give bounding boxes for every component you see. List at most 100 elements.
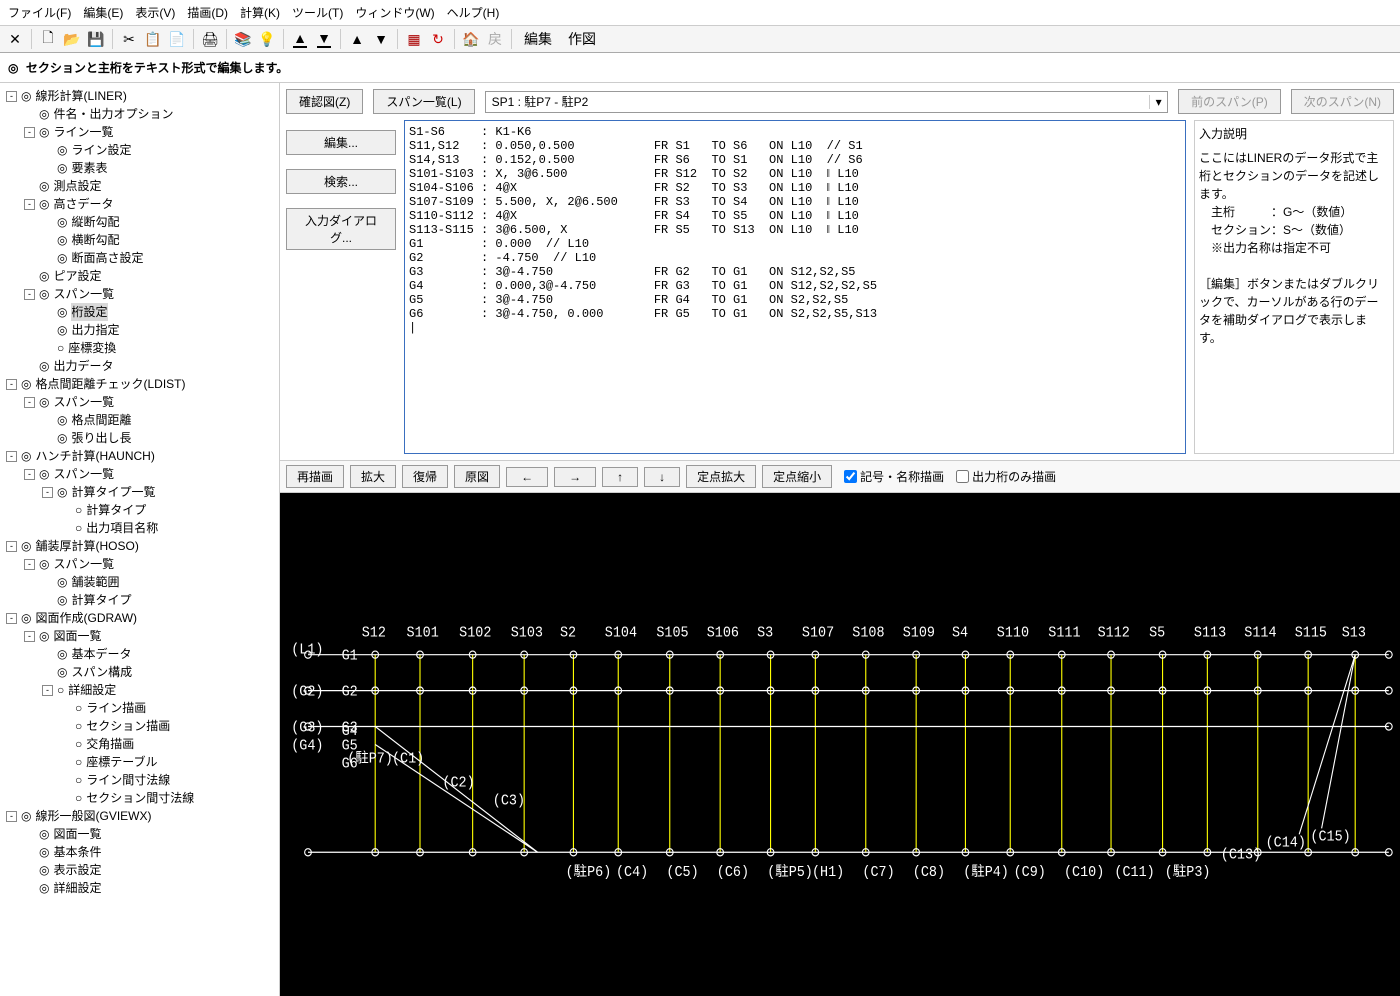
tree-item[interactable]: -◎スパン一覧 — [4, 393, 275, 411]
expand-icon[interactable]: - — [24, 199, 35, 210]
expand-icon[interactable]: - — [24, 397, 35, 408]
code-editor[interactable] — [404, 120, 1186, 454]
expand-icon[interactable]: - — [24, 127, 35, 138]
tree-item[interactable]: -◎格点間距離チェック(LDIST) — [4, 375, 275, 393]
search-button[interactable]: 検索... — [286, 169, 396, 194]
fixed-zoom-out-button[interactable]: 定点縮小 — [762, 465, 832, 488]
new-icon[interactable]: 🗋 — [37, 28, 59, 50]
tree-item[interactable]: ◎横断勾配 — [4, 231, 275, 249]
menu-tool[interactable]: ツール(T) — [292, 4, 343, 21]
tree-item[interactable]: -◎線形一般図(GVIEWX) — [4, 807, 275, 825]
expand-icon[interactable]: - — [24, 559, 35, 570]
tree-item[interactable]: ◎張り出し長 — [4, 429, 275, 447]
restore-button[interactable]: 復帰 — [402, 465, 448, 488]
expand-icon[interactable]: - — [6, 451, 17, 462]
tree-item[interactable]: ○交角描画 — [4, 735, 275, 753]
tree-item[interactable]: ◎スパン構成 — [4, 663, 275, 681]
pan-down-button[interactable]: ↓ — [644, 467, 680, 487]
tree-item[interactable]: ○座標テーブル — [4, 753, 275, 771]
down-icon[interactable]: ▼ — [370, 28, 392, 50]
home-icon[interactable]: 🏠 — [460, 28, 482, 50]
menu-file[interactable]: ファイル(F) — [8, 4, 71, 21]
edit-button[interactable]: 編集... — [286, 130, 396, 155]
tree-item[interactable]: ◎詳細設定 — [4, 879, 275, 897]
bulb-icon[interactable]: 💡 — [256, 28, 278, 50]
tree-item[interactable]: -◎図面一覧 — [4, 627, 275, 645]
output-girder-only-checkbox[interactable]: 出力桁のみ描画 — [956, 468, 1056, 485]
expand-icon[interactable]: - — [24, 631, 35, 642]
refresh-icon[interactable]: ↻ — [427, 28, 449, 50]
menu-help[interactable]: ヘルプ(H) — [447, 4, 500, 21]
menu-edit[interactable]: 編集(E) — [83, 4, 123, 21]
tree-item[interactable]: ◎ピア設定 — [4, 267, 275, 285]
prev-span-button[interactable]: 前のスパン(P) — [1178, 89, 1281, 114]
tree-pane[interactable]: -◎線形計算(LINER)◎件名・出力オプション-◎ライン一覧◎ライン設定◎要素… — [0, 83, 280, 996]
tree-item[interactable]: -○詳細設定 — [4, 681, 275, 699]
tree-item[interactable]: -◎計算タイプ一覧 — [4, 483, 275, 501]
symbol-name-checkbox[interactable]: 記号・名称描画 — [844, 468, 944, 485]
tree-item[interactable]: ◎出力データ — [4, 357, 275, 375]
tree-item[interactable]: ○セクション描画 — [4, 717, 275, 735]
tree-item[interactable]: ◎桁設定 — [4, 303, 275, 321]
tree-item[interactable]: ◎出力指定 — [4, 321, 275, 339]
tree-item[interactable]: -◎高さデータ — [4, 195, 275, 213]
drawing-canvas[interactable]: S12S101S102S103S2S104S105S106S3S107S108S… — [280, 493, 1400, 996]
span-list-button[interactable]: スパン一覧(L) — [373, 89, 474, 114]
menu-calc[interactable]: 計算(K) — [240, 4, 280, 21]
zoom-in-button[interactable]: 拡大 — [350, 465, 396, 488]
tree-item[interactable]: ◎格点間距離 — [4, 411, 275, 429]
cut-icon[interactable]: ✂ — [118, 28, 140, 50]
menu-draw[interactable]: 描画(D) — [187, 4, 228, 21]
expand-icon[interactable]: - — [6, 541, 17, 552]
tree-item[interactable]: ◎基本条件 — [4, 843, 275, 861]
expand-icon[interactable]: - — [6, 811, 17, 822]
tree-item[interactable]: ◎舗装範囲 — [4, 573, 275, 591]
tree-item[interactable]: -◎図面作成(GDRAW) — [4, 609, 275, 627]
draw-mode-button[interactable]: 作図 — [561, 28, 603, 50]
tree-item[interactable]: ◎件名・出力オプション — [4, 105, 275, 123]
expand-icon[interactable]: - — [24, 289, 35, 300]
expand-icon[interactable]: - — [42, 685, 53, 696]
tree-item[interactable]: ◎基本データ — [4, 645, 275, 663]
tree-item[interactable]: ○出力項目名称 — [4, 519, 275, 537]
tree-item[interactable]: ◎断面高さ設定 — [4, 249, 275, 267]
paste-icon[interactable]: 📄 — [166, 28, 188, 50]
checkbox[interactable] — [844, 470, 857, 483]
expand-icon[interactable]: - — [6, 613, 17, 624]
span-combo[interactable]: SP1 : 駐P7 - 駐P2 ▾ — [485, 91, 1169, 113]
tree-item[interactable]: ◎ライン設定 — [4, 141, 275, 159]
menu-view[interactable]: 表示(V) — [135, 4, 175, 21]
tree-item[interactable]: ○座標変換 — [4, 339, 275, 357]
print-icon[interactable]: 🖨 — [199, 28, 221, 50]
tree-item[interactable]: -◎スパン一覧 — [4, 555, 275, 573]
menu-window[interactable]: ウィンドウ(W) — [355, 4, 434, 21]
open-icon[interactable]: 📂 — [61, 28, 83, 50]
pan-left-button[interactable]: ← — [506, 467, 548, 487]
tree-item[interactable]: ○ライン間寸法線 — [4, 771, 275, 789]
pan-right-button[interactable]: → — [554, 467, 596, 487]
pan-up-button[interactable]: ↑ — [602, 467, 638, 487]
tree-item[interactable]: -◎ハンチ計算(HAUNCH) — [4, 447, 275, 465]
chevron-down-icon[interactable]: ▾ — [1149, 95, 1167, 109]
input-dialog-button[interactable]: 入力ダイアログ... — [286, 208, 396, 250]
expand-icon[interactable]: - — [6, 379, 17, 390]
original-button[interactable]: 原図 — [454, 465, 500, 488]
expand-icon[interactable]: - — [42, 487, 53, 498]
tree-item[interactable]: ○ライン描画 — [4, 699, 275, 717]
redraw-button[interactable]: 再描画 — [286, 465, 344, 488]
expand-icon[interactable]: - — [24, 469, 35, 480]
copy-icon[interactable]: 📋 — [142, 28, 164, 50]
tree-item[interactable]: ◎図面一覧 — [4, 825, 275, 843]
up-bar-icon[interactable]: ▲ — [289, 28, 311, 50]
tree-item[interactable]: -◎スパン一覧 — [4, 285, 275, 303]
checkbox[interactable] — [956, 470, 969, 483]
confirm-view-button[interactable]: 確認図(Z) — [286, 89, 363, 114]
tree-item[interactable]: ◎要素表 — [4, 159, 275, 177]
up-icon[interactable]: ▲ — [346, 28, 368, 50]
book-icon[interactable]: 📚 — [232, 28, 254, 50]
tree-item[interactable]: ◎測点設定 — [4, 177, 275, 195]
tree-item[interactable]: -◎スパン一覧 — [4, 465, 275, 483]
down-bar-icon[interactable]: ▼ — [313, 28, 335, 50]
fixed-zoom-in-button[interactable]: 定点拡大 — [686, 465, 756, 488]
next-span-button[interactable]: 次のスパン(N) — [1291, 89, 1394, 114]
